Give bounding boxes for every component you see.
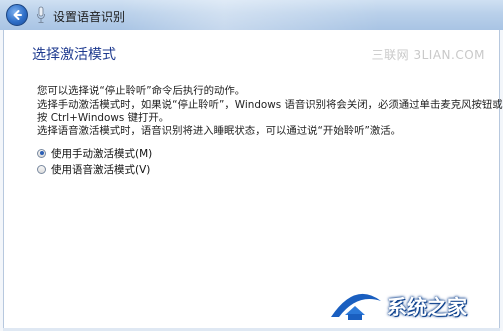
microphone-icon: [37, 6, 45, 23]
window-title: 设置语音识别: [53, 10, 126, 24]
page-heading: 选择激活模式: [32, 47, 116, 63]
manual-activation-option[interactable]: 使用手动激活模式(M): [37, 146, 152, 160]
title-bar: 设置语音识别: [0, 0, 503, 30]
back-arrow-icon: [13, 10, 22, 20]
description-line-4: 选择语音激活模式时，语音识别将进入睡眠状态，可以通过说“开始聆听”激活。: [37, 125, 402, 137]
manual-activation-label: 使用手动激活模式(M): [51, 147, 153, 160]
voice-activation-label: 使用语音激活模式(V): [51, 163, 151, 176]
manual-activation-radio[interactable]: [37, 148, 46, 158]
back-button[interactable]: [6, 4, 28, 26]
site-logo: 系统之家: [327, 285, 497, 325]
watermark-text: 三联网 3LIAN.COM: [371, 48, 485, 62]
title-bar-glare: [120, 0, 380, 30]
voice-activation-option[interactable]: 使用语音激活模式(V): [37, 162, 150, 176]
voice-activation-radio[interactable]: [37, 164, 46, 174]
logo-text: 系统之家: [387, 295, 467, 319]
house-logo-icon: [331, 293, 381, 320]
wizard-content-pane: [3, 30, 500, 328]
description-line-1: 您可以选择说“停止聆听”命令后执行的动作。: [37, 85, 246, 97]
